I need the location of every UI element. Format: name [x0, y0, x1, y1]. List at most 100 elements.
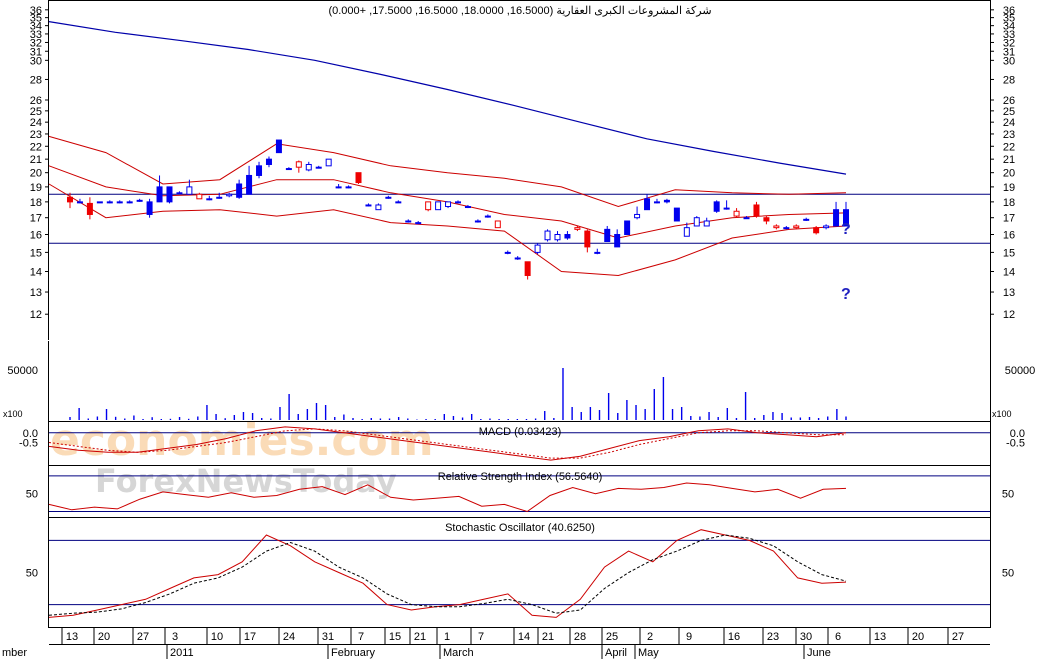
candlestick: [256, 165, 263, 176]
stochastic-y-tick-left: 50: [26, 568, 38, 580]
price-y-tick-left: 14: [30, 266, 42, 278]
price-y-tick-left: 19: [30, 182, 42, 194]
candlestick: [554, 234, 561, 241]
candlestick: [455, 201, 461, 204]
x-day-label: 27: [137, 631, 149, 643]
stochastic-d-line: [48, 534, 847, 616]
price-y-tick-left: 36: [30, 5, 42, 17]
price-y-tick-right: 24: [1003, 117, 1015, 129]
candlestick: [445, 201, 452, 208]
candlestick: [76, 201, 83, 204]
candlestick: [305, 163, 312, 171]
candlestick: [723, 207, 730, 210]
x-day-label: 6: [835, 631, 841, 643]
candlestick: [673, 207, 680, 222]
candlestick: [226, 193, 233, 197]
candlestick: [653, 201, 660, 204]
price-y-tick-left: 16: [30, 230, 42, 242]
candlestick: [693, 217, 700, 227]
candlestick: [136, 199, 143, 202]
candlestick: [594, 251, 601, 254]
price-y-tick-right: 28: [1003, 74, 1015, 86]
x-day-label: 23: [767, 631, 779, 643]
volume-unit-right: x100: [992, 409, 1012, 419]
candlestick: [325, 158, 332, 167]
x-day-label: 31: [322, 631, 334, 643]
candlestick: [315, 166, 322, 169]
volume-plot: [69, 368, 847, 420]
x-day-label: 10: [211, 631, 223, 643]
candlestick: [246, 174, 253, 195]
candlestick: [285, 168, 292, 171]
candlestick: [494, 220, 501, 229]
price-y-tick-left: 22: [30, 141, 42, 153]
x-day-label: 27: [952, 631, 964, 643]
price-y-tick-left: 17: [30, 213, 42, 225]
price-y-tick-left: 13: [30, 287, 42, 299]
candlestick: [375, 204, 382, 211]
candlestick: [733, 210, 740, 217]
x-day-label: 17: [244, 631, 256, 643]
price-y-tick-right: 21: [1003, 154, 1015, 166]
x-month-label: May: [638, 647, 659, 659]
x-month-label: June: [807, 647, 831, 659]
candlestick: [644, 198, 651, 211]
candlestick: [236, 183, 243, 198]
watermark-economies: economies.com: [50, 415, 434, 466]
candlestick: [703, 220, 710, 227]
candlestick: [86, 202, 93, 215]
candlestick: [216, 196, 223, 199]
candlestick: [186, 186, 193, 195]
x-day-label: 28: [574, 631, 586, 643]
candlestick: [395, 201, 402, 204]
macd-y-tick-right: -0.5: [1006, 438, 1025, 450]
candlestick: [415, 222, 422, 225]
candlestick: [634, 213, 641, 219]
candlestick: [275, 139, 282, 154]
x-month-label: 2011: [170, 647, 194, 659]
x-day-label: 1: [444, 631, 450, 643]
candlestick: [524, 261, 531, 276]
stock-chart: economies.com ForexNewsToday شركة المشرو…: [2, 0, 1036, 659]
stochastic-title: Stochastic Oscillator (40.6250): [445, 522, 595, 534]
candlestick: [663, 199, 670, 203]
x-month-label: March: [443, 647, 474, 659]
volume-y-tick-right: 50000: [1005, 365, 1036, 377]
x-day-label: 21: [414, 631, 426, 643]
macd-y-tick-left: -0.5: [19, 438, 38, 450]
candlestick: [763, 217, 770, 222]
candlestick: [574, 227, 581, 230]
candlestick: [564, 234, 571, 239]
watermark-forexnewstoday: ForexNewsToday: [95, 462, 397, 500]
price-y-tick-left: 12: [30, 309, 42, 321]
price-y-tick-right: 22: [1003, 141, 1015, 153]
candlestick: [833, 209, 840, 227]
volume-y-tick-left: 50000: [7, 365, 38, 377]
price-y-tick-right: 25: [1003, 106, 1015, 118]
candlestick: [534, 244, 541, 253]
x-day-label: 30: [800, 631, 812, 643]
candlestick: [504, 251, 511, 254]
x-day-label: 24: [283, 631, 295, 643]
stochastic-panel-frame: [48, 517, 991, 628]
candlestick: [514, 257, 521, 260]
price-y-tick-right: 12: [1003, 309, 1015, 321]
price-y-tick-right: 16: [1003, 230, 1015, 242]
price-y-tick-right: 23: [1003, 129, 1015, 141]
watermark: economies.com ForexNewsToday: [50, 415, 434, 500]
axes: 12 1213 1314 1415 1516 1617 1718 1819 1920 2021 21…: [2, 5, 1036, 659]
candlestick: [813, 227, 820, 234]
candlestick: [67, 196, 73, 203]
price-chart-title: شركة المشروعات الكبرى العقارية (16.5000,…: [328, 5, 711, 17]
price-y-tick-right: 36: [1003, 5, 1015, 17]
x-day-label: 14: [518, 631, 530, 643]
candlestick: [484, 215, 491, 218]
price-y-tick-right: 26: [1003, 95, 1015, 107]
price-plot: [48, 21, 990, 280]
price-y-tick-right: 19: [1003, 182, 1015, 194]
rsi-y-tick-left: 50: [26, 489, 38, 501]
candlestick: [146, 201, 153, 215]
candlestick: [156, 186, 163, 203]
x-day-label: 7: [478, 631, 484, 643]
x-day-label: 7: [358, 631, 364, 643]
